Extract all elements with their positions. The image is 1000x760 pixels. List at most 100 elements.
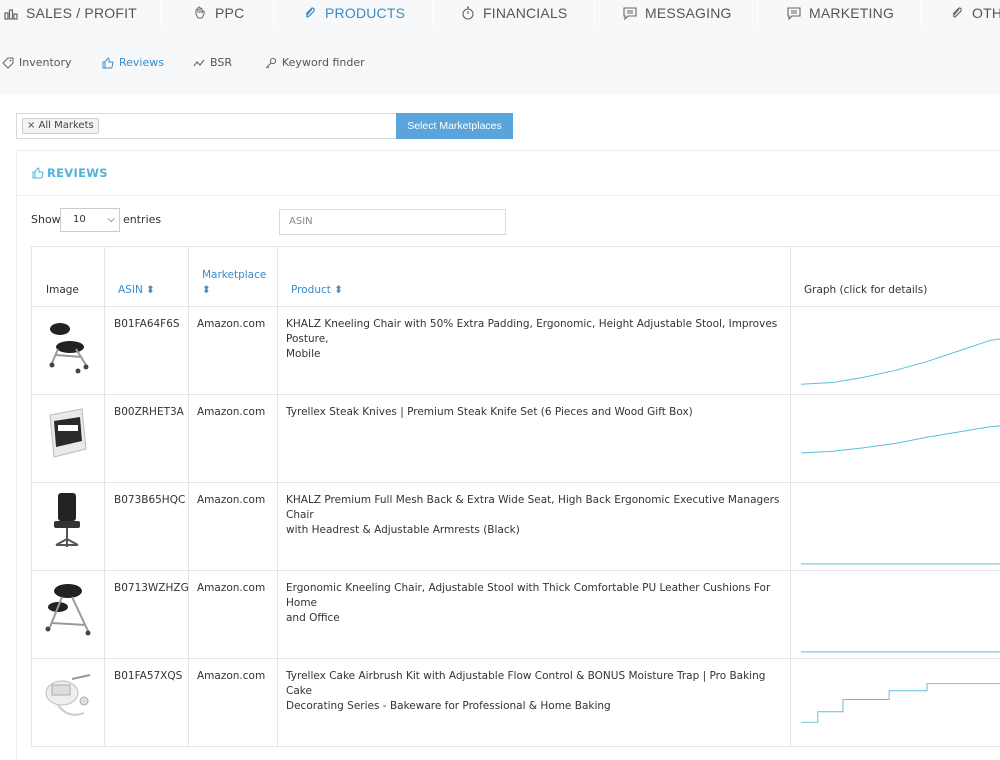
tab-messaging[interactable]: MESSAGING (623, 0, 732, 26)
td-image (31, 483, 104, 570)
sparkline-path (800, 683, 1000, 723)
td-image (31, 571, 104, 658)
nav-divider (160, 0, 161, 26)
sort-icon: ⬍ (202, 284, 211, 296)
marketplace-value: Amazon.com (197, 582, 266, 594)
review-sparkline[interactable] (791, 571, 1000, 659)
asin-search-input[interactable]: ASIN (279, 209, 506, 235)
chat-icon (787, 7, 801, 20)
table-row: B01FA64F6S Amazon.com KHALZ Kneeling Cha… (31, 307, 1000, 395)
nav-divider (273, 0, 274, 26)
review-sparkline[interactable] (791, 307, 1000, 395)
td-product: Tyrellex Cake Airbrush Kit with Adjustab… (277, 659, 790, 746)
subnav-label: BSR (210, 56, 232, 69)
subnav-label: Inventory (19, 56, 72, 69)
review-sparkline[interactable] (791, 483, 1000, 571)
th-marketplace[interactable]: Marketplace ⬍ (188, 247, 277, 306)
subnav-bsr[interactable]: BSR (193, 56, 232, 69)
product-title-line: Tyrellex Cake Airbrush Kit with Adjustab… (286, 670, 766, 697)
panel-title: REVIEWS (32, 166, 108, 180)
td-product: Ergonomic Kneeling Chair, Adjustable Sto… (277, 571, 790, 658)
sparkline-path (800, 338, 1000, 385)
td-image (31, 395, 104, 482)
th-asin[interactable]: ASIN ⬍ (104, 247, 188, 306)
nav-divider (920, 0, 921, 26)
tab-ppc[interactable]: PPC (193, 0, 244, 26)
all-markets-chip[interactable]: × All Markets (22, 118, 99, 134)
trend-icon (193, 59, 205, 66)
nav-divider (594, 0, 595, 26)
table-row: B073B65HQC Amazon.com KHALZ Premium Full… (31, 483, 1000, 571)
thumbs-up-icon (102, 56, 114, 68)
paperclip-icon (952, 7, 962, 18)
paperclip-icon (305, 7, 315, 18)
bar-chart-icon (4, 9, 18, 20)
subnav-keyword-finder[interactable]: Keyword finder (265, 56, 365, 69)
td-marketplace: Amazon.com (188, 571, 277, 658)
review-sparkline[interactable] (791, 395, 1000, 483)
td-image (31, 307, 104, 394)
asin-value: B01FA64F6S (114, 318, 180, 330)
td-product: KHALZ Premium Full Mesh Back & Extra Wid… (277, 483, 790, 570)
sparkline-path (800, 425, 1000, 454)
tab-products[interactable]: PRODUCTS (303, 0, 405, 26)
tab-label: PPC (215, 5, 245, 21)
panel-title-text: REVIEWS (47, 166, 108, 180)
marketplace-value: Amazon.com (197, 670, 266, 682)
review-sparkline[interactable] (791, 659, 1000, 747)
select-marketplaces-button[interactable]: Select Marketplaces (396, 113, 513, 139)
th-label: ASIN ⬍ (118, 284, 155, 296)
asin-value: B01FA57XQS (114, 670, 183, 682)
marketplace-value: Amazon.com (197, 406, 266, 418)
product-thumbnail (38, 313, 96, 377)
td-marketplace: Amazon.com (188, 483, 277, 570)
tab-marketing[interactable]: MARKETING (787, 0, 894, 26)
stopwatch-icon (462, 6, 474, 20)
td-graph[interactable] (790, 307, 1000, 394)
td-graph[interactable] (790, 659, 1000, 746)
td-graph[interactable] (790, 571, 1000, 658)
subnav-inventory[interactable]: Inventory (2, 56, 72, 69)
td-asin: B00ZRHET3A (104, 395, 188, 482)
entries-label: entries (123, 213, 162, 226)
th-label: Marketplace (202, 269, 267, 281)
tab-label: PRODUCTS (325, 5, 406, 21)
product-title-line: Mobile (286, 348, 321, 360)
product-title-line: KHALZ Kneeling Chair with 50% Extra Padd… (286, 318, 778, 345)
product-thumbnail (38, 401, 96, 465)
subnav-reviews[interactable]: Reviews (102, 56, 164, 69)
td-marketplace: Amazon.com (188, 307, 277, 394)
tag-icon (2, 57, 14, 69)
td-graph[interactable] (790, 395, 1000, 482)
tab-sales-profit[interactable]: SALES / PROFIT (4, 0, 137, 26)
subnav-label: Reviews (119, 56, 164, 69)
product-title: KHALZ Kneeling Chair with 50% Extra Padd… (286, 317, 786, 362)
tab-financials[interactable]: FINANCIALS (461, 0, 567, 26)
sub-nav: Inventory Reviews BSR Keyword finder (0, 26, 1000, 94)
show-label: Show (31, 213, 61, 226)
chat-icon (623, 7, 637, 20)
nav-divider (757, 0, 758, 26)
entries-select[interactable]: 10 ⌵ (60, 208, 120, 232)
tab-other[interactable]: OTH (950, 0, 1000, 26)
marketplace-value: Amazon.com (197, 494, 266, 506)
td-graph[interactable] (790, 483, 1000, 570)
chevron-down-icon: ⌵ (107, 214, 115, 225)
hand-icon (195, 6, 205, 19)
marketplace-select[interactable]: × All Markets (16, 113, 397, 139)
asin-value: B0713WZHZG (114, 582, 189, 594)
asin-value: B073B65HQC (114, 494, 186, 506)
product-title-line: Ergonomic Kneeling Chair, Adjustable Sto… (286, 582, 771, 609)
subnav-label: Keyword finder (282, 56, 365, 69)
td-marketplace: Amazon.com (188, 395, 277, 482)
td-asin: B073B65HQC (104, 483, 188, 570)
top-nav: SALES / PROFIT PPC PRODUCTS FINANCIALS M… (0, 0, 1000, 26)
product-title-line: Decorating Series - Bakeware for Profess… (286, 700, 611, 712)
th-image: Image (31, 247, 104, 306)
product-title: Ergonomic Kneeling Chair, Adjustable Sto… (286, 581, 786, 626)
td-marketplace: Amazon.com (188, 659, 277, 746)
product-thumbnail (38, 577, 96, 641)
th-product[interactable]: Product ⬍ (277, 247, 790, 306)
th-graph: Graph (click for details) (790, 247, 1000, 306)
table-row: B01FA57XQS Amazon.com Tyrellex Cake Airb… (31, 659, 1000, 747)
